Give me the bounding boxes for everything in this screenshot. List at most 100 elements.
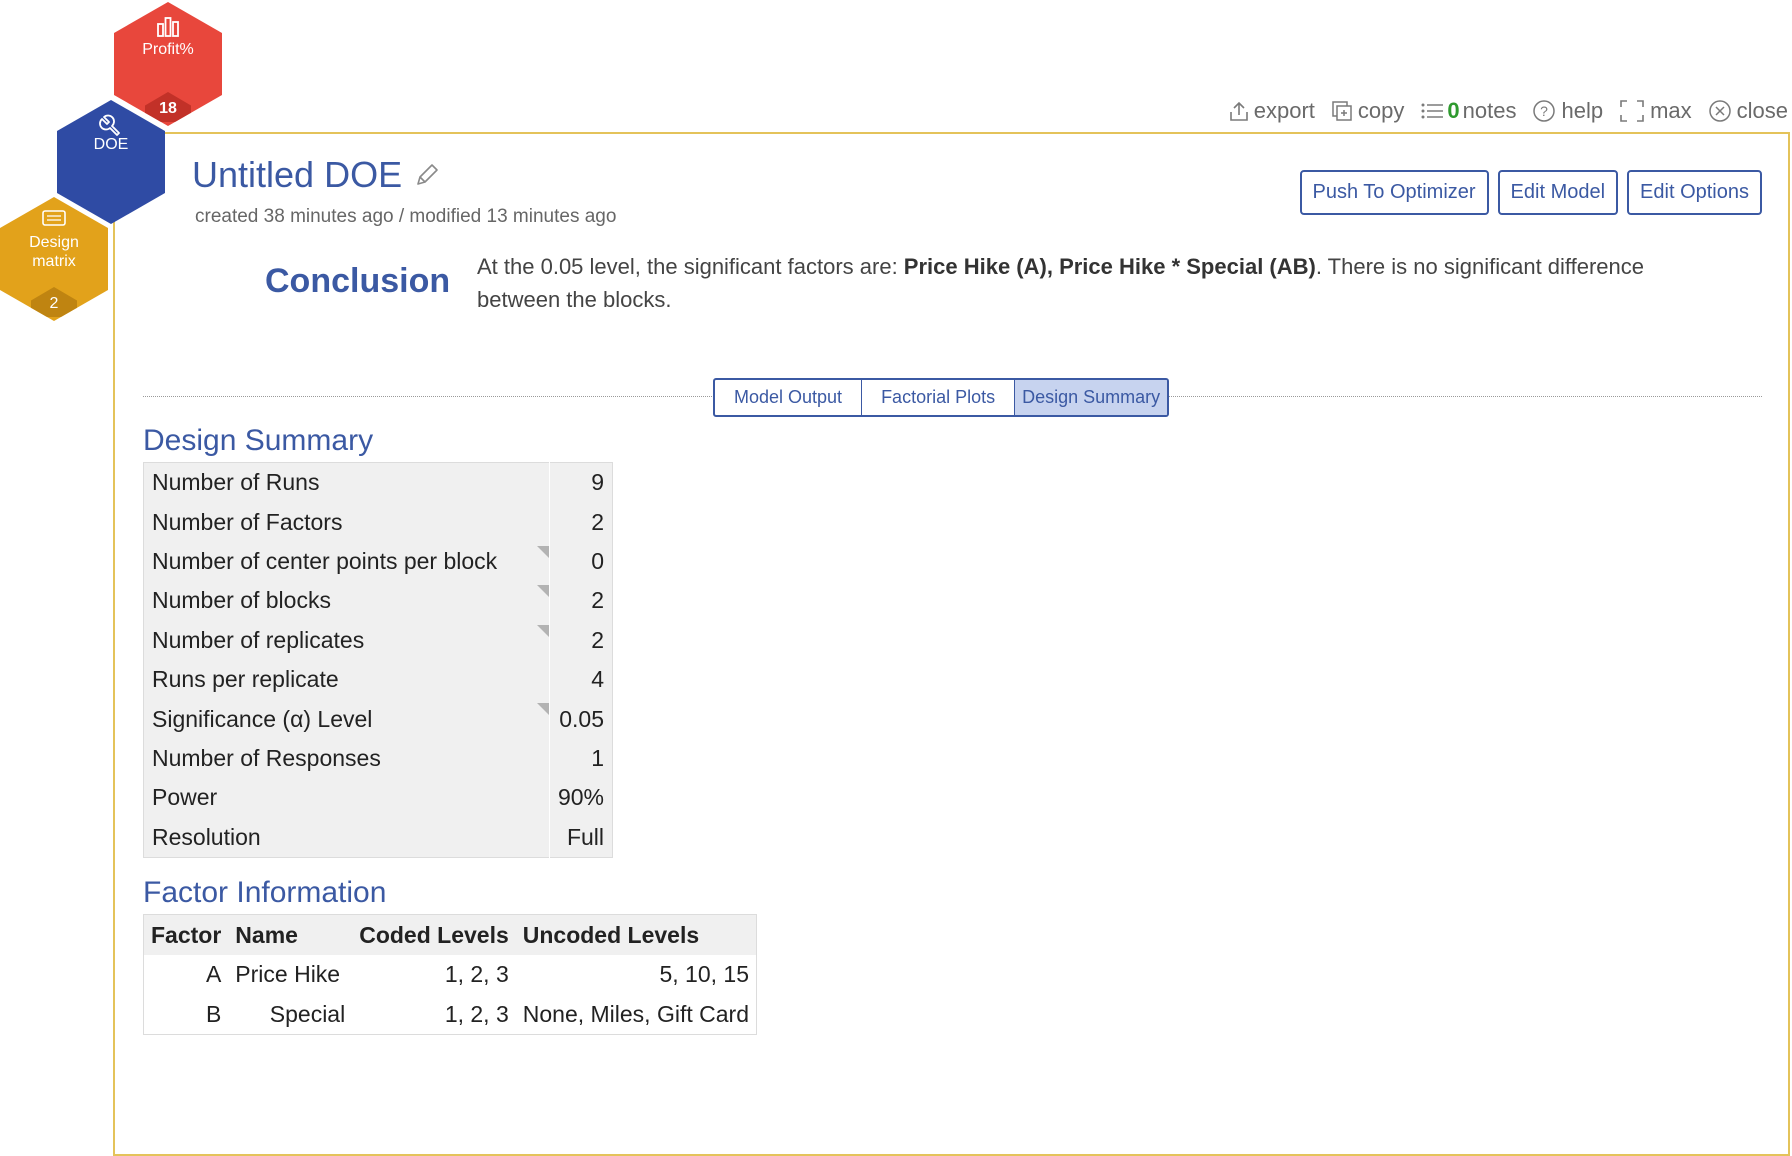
- summary-label: Power: [152, 784, 218, 811]
- summary-value: 0.05: [548, 699, 613, 739]
- summary-value: 2: [548, 620, 613, 660]
- notes-button[interactable]: 0 notes: [1420, 98, 1516, 124]
- summary-label: Runs per replicate: [152, 666, 339, 693]
- name-cell: Price Hike: [235, 961, 341, 988]
- page-title-text: Untitled DOE: [192, 154, 403, 195]
- summary-label-cell: Number of blocks: [144, 581, 550, 620]
- tab-factorial-plots[interactable]: Factorial Plots: [862, 380, 1016, 415]
- table-row: Number of Responses 1: [144, 738, 613, 779]
- bar-chart-icon: [157, 17, 179, 37]
- doe-panel: Untitled DOE created 38 minutes ago / mo…: [113, 132, 1790, 1156]
- list-icon: [1421, 103, 1444, 119]
- tab-design-summary[interactable]: Design Summary: [1015, 380, 1168, 415]
- table-row: Number of blocks 2: [144, 581, 613, 621]
- design-summary-heading: Design Summary: [143, 424, 374, 457]
- table-row: A Price Hike 1, 2, 3 5, 10, 15: [144, 955, 757, 995]
- table-row: Number of replicates 2: [144, 620, 613, 660]
- comment-marker[interactable]: [536, 585, 549, 598]
- table-row: Number of Factors 2: [144, 502, 613, 542]
- copy-icon: [1332, 101, 1352, 121]
- edit-options-button[interactable]: Edit Options: [1627, 170, 1762, 215]
- comment-marker[interactable]: [536, 545, 549, 558]
- notes-label: notes: [1462, 98, 1517, 123]
- table-row: Resolution Full: [144, 817, 613, 858]
- push-to-optimizer-button[interactable]: Push To Optimizer: [1299, 170, 1489, 215]
- comment-marker[interactable]: [536, 624, 549, 637]
- copy-button[interactable]: copy: [1331, 98, 1404, 124]
- help-label: help: [1561, 98, 1604, 123]
- view-tabs: Model Output Factorial Plots Design Summ…: [713, 378, 1170, 417]
- help-icon: ?: [1533, 100, 1556, 122]
- summary-label: Number of center points per block: [152, 547, 498, 574]
- export-label: export: [1253, 98, 1315, 123]
- column-header-uncoded-levels: Uncoded Levels: [515, 914, 757, 955]
- coded-levels-cell: 1, 2, 3: [444, 1000, 509, 1027]
- summary-value: 9: [548, 462, 613, 503]
- table-row: Number of center points per block 0: [144, 541, 613, 582]
- conclusion-factors: Price Hike (A), Price Hike * Special (AB…: [903, 254, 1316, 279]
- pencil-icon[interactable]: [414, 162, 440, 188]
- hex-label-line1: Design: [29, 234, 79, 251]
- table-row: Runs per replicate 4: [144, 659, 613, 700]
- conclusion-heading: Conclusion: [265, 262, 451, 300]
- hex-nav-design-matrix[interactable]: Design matrix 2: [0, 197, 108, 321]
- summary-label: Number of Runs: [152, 469, 320, 496]
- column-header-name: Name: [228, 914, 353, 955]
- edit-model-button[interactable]: Edit Model: [1497, 170, 1619, 215]
- table-row: Power 90%: [144, 778, 613, 818]
- tab-model-output[interactable]: Model Output: [715, 380, 863, 415]
- summary-label: Significance (α) Level: [152, 705, 373, 732]
- hex-nav-profit[interactable]: Profit% 18: [114, 2, 222, 126]
- help-button[interactable]: ? help: [1532, 98, 1603, 124]
- summary-value: 0: [548, 541, 613, 582]
- column-header-coded-levels: Coded Levels: [352, 914, 516, 955]
- factor-information-table: Factor Name Coded Levels Uncoded Levels …: [143, 914, 757, 1035]
- conclusion-text: At the 0.05 level, the significant facto…: [477, 250, 1647, 316]
- summary-label: Number of replicates: [152, 626, 365, 653]
- summary-value: 2: [548, 502, 613, 542]
- conclusion-prefix: At the 0.05 level, the significant facto…: [477, 254, 904, 279]
- comment-marker[interactable]: [536, 703, 549, 716]
- table-row: B Special 1, 2, 3 None, Miles, Gift Card: [144, 995, 757, 1035]
- svg-text:?: ?: [1541, 103, 1549, 119]
- window-toolbar: export copy 0 notes ? help max close: [1229, 98, 1788, 124]
- close-label: close: [1736, 98, 1788, 123]
- summary-label-cell: Significance (α) Level: [144, 699, 550, 738]
- summary-label-cell: Number of center points per block: [144, 542, 550, 581]
- uncoded-levels-cell: 5, 10, 15: [659, 961, 749, 988]
- factor-cell: B: [205, 1000, 222, 1027]
- summary-label-cell: Number of replicates: [144, 621, 550, 660]
- copy-label: copy: [1357, 98, 1405, 123]
- coded-levels-cell: 1, 2, 3: [444, 961, 509, 988]
- uncoded-levels-cell: None, Miles, Gift Card: [522, 1000, 749, 1027]
- action-buttons: Push To Optimizer Edit Model Edit Option…: [1299, 170, 1762, 215]
- summary-value: 2: [548, 581, 613, 621]
- summary-label: Resolution: [152, 823, 261, 850]
- close-button[interactable]: close: [1708, 98, 1788, 124]
- summary-value: 1: [548, 738, 613, 779]
- factor-information-heading: Factor Information: [143, 876, 387, 909]
- export-icon: [1229, 101, 1248, 121]
- design-matrix-icon: [42, 210, 66, 226]
- column-header-factor: Factor: [143, 914, 229, 955]
- summary-value: 4: [548, 659, 613, 700]
- summary-label: Number of blocks: [152, 587, 331, 614]
- table-row: Significance (α) Level 0.05: [144, 699, 613, 739]
- summary-value: Full: [548, 817, 613, 858]
- page-title: Untitled DOE: [192, 154, 440, 196]
- hex-label-design-matrix: Design matrix: [0, 233, 108, 271]
- hex-label-doe: DOE: [93, 136, 129, 153]
- export-button[interactable]: export: [1229, 98, 1315, 124]
- maximize-icon: [1620, 100, 1644, 122]
- design-summary-table: Number of Runs 9 Number of Factors 2 Num…: [143, 462, 613, 858]
- notes-count: 0: [1447, 98, 1460, 123]
- page-subtitle: created 38 minutes ago / modified 13 min…: [195, 206, 617, 227]
- max-label: max: [1650, 98, 1692, 123]
- factor-cell: A: [205, 961, 222, 988]
- hex-count-design-matrix: 2: [49, 295, 59, 312]
- summary-value: 90%: [548, 778, 613, 818]
- hex-label-line2: matrix: [32, 253, 76, 270]
- table-header-row: Factor Name Coded Levels Uncoded Levels: [143, 914, 757, 955]
- close-icon: [1708, 100, 1731, 122]
- max-button[interactable]: max: [1619, 98, 1692, 124]
